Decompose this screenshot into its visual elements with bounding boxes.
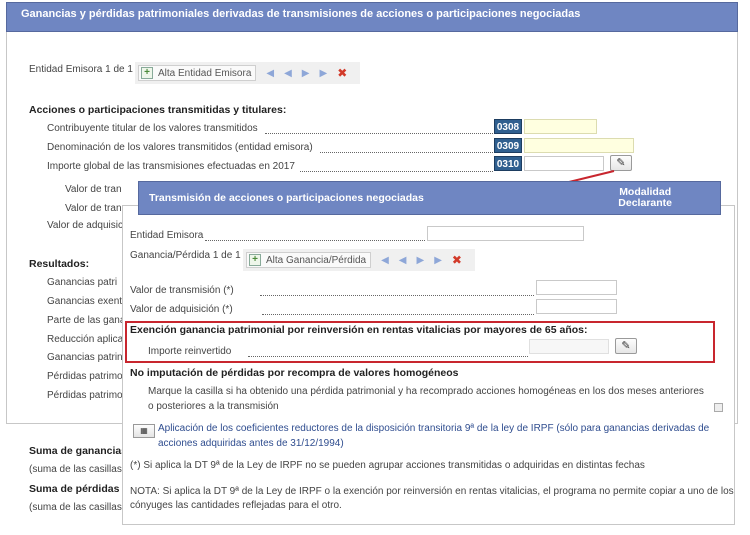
ganancia-counter: Ganancia/Pérdida 1 de 1 — [130, 250, 241, 261]
coeficientes-link-line2[interactable]: acciones adquiridas antes de 31/12/1994) — [158, 438, 344, 449]
modal-modalidad: Modalidad Declarante — [618, 187, 672, 209]
ganancia-toolbar: + Alta Ganancia/Pérdida ◀ ◀ ▶ ▶ ✖ — [243, 249, 475, 271]
add-icon: + — [141, 67, 153, 79]
result-row: Parte de las gana — [47, 315, 126, 326]
sub-row-1: Valor de tran — [65, 184, 122, 195]
edit-importe-button[interactable]: ✎ — [615, 338, 637, 354]
declarante-label: Declarante — [618, 197, 672, 209]
marque-line1: Marque la casilla si ha obtenido una pér… — [148, 386, 704, 397]
prev-icon[interactable]: ◀ — [284, 68, 292, 79]
nota-line2: cónyuges las cantidades reflejadas para … — [130, 500, 342, 511]
sub-row-2: Valor de tran — [65, 203, 122, 214]
nota-dt9: (*) Si aplica la DT 9ª de la Ley de IRPF… — [130, 460, 645, 471]
delete-icon[interactable]: ✖ — [452, 253, 462, 267]
alta-entidad-label: Alta Entidad Emisora — [158, 67, 252, 79]
result-row: Ganancias patrin — [47, 352, 123, 363]
no-imputacion-title: No imputación de pérdidas por recompra d… — [130, 367, 459, 379]
valor-adquisicion-field[interactable] — [536, 299, 617, 314]
section-acciones: Acciones o participaciones transmitidas … — [29, 104, 287, 116]
alta-ganancia-button[interactable]: + Alta Ganancia/Pérdida — [246, 252, 372, 268]
calculator-icon: ▦ — [140, 426, 148, 435]
add-icon: + — [249, 254, 261, 266]
marque-line2: o posteriores a la transmisión — [148, 401, 279, 412]
next-icon[interactable]: ▶ — [416, 255, 424, 266]
result-row: Reducción aplica — [47, 334, 124, 345]
suma-casillas-2: (suma de las casillas — [29, 502, 122, 513]
code-0309: 0309 — [494, 138, 522, 153]
field-0309[interactable] — [524, 138, 634, 153]
coeficientes-link-line1[interactable]: Aplicación de los coeficientes reductore… — [158, 423, 709, 434]
entidad-toolbar: + Alta Entidad Emisora ◀ ◀ ▶ ▶ ✖ — [135, 62, 360, 84]
nota-line1: NOTA: Si aplica la DT 9ª de la Ley de IR… — [130, 486, 734, 497]
result-row: Ganancias exent — [47, 296, 123, 307]
exencion-title: Exención ganancia patrimonial por reinve… — [130, 324, 588, 336]
alta-entidad-button[interactable]: + Alta Entidad Emisora — [138, 65, 257, 81]
next-icon[interactable]: ▶ — [302, 68, 310, 79]
first-icon[interactable]: ◀ — [381, 255, 389, 266]
pen-icon: ✎ — [621, 340, 631, 352]
main-title: Ganancias y pérdidas patrimoniales deriv… — [21, 8, 581, 20]
importe-reinvertido-field[interactable] — [529, 339, 609, 354]
recompra-checkbox[interactable] — [714, 403, 723, 412]
field-0308[interactable] — [524, 119, 597, 134]
modal-title: Transmisión de acciones o participacione… — [149, 192, 424, 204]
modal-title-bar: Transmisión de acciones o participacione… — [138, 181, 721, 215]
row-label-0309: Denominación de los valores transmitidos… — [47, 142, 313, 153]
result-row: Pérdidas patrimo — [47, 390, 123, 401]
importe-reinvertido-label: Importe reinvertido — [148, 346, 232, 357]
delete-icon[interactable]: ✖ — [337, 66, 347, 80]
entidad-counter: Entidad Emisora 1 de 1 — [29, 64, 133, 75]
main-title-bar: Ganancias y pérdidas patrimoniales deriv… — [6, 2, 738, 32]
coeficientes-button[interactable]: ▦ — [133, 424, 155, 438]
suma-perdidas: Suma de pérdidas p — [29, 483, 129, 495]
code-0308: 0308 — [494, 119, 522, 134]
result-row: Pérdidas patrimo — [47, 371, 123, 382]
valor-adquisicion-label: Valor de adquisición (*) — [130, 304, 233, 315]
entidad-emisora-label: Entidad Emisora — [130, 230, 204, 241]
section-resultados: Resultados: — [29, 258, 90, 270]
valor-transmision-label: Valor de transmisión (*) — [130, 285, 234, 296]
row-label-0310: Importe global de las transmisiones efec… — [47, 161, 295, 172]
result-row: Ganancias patri — [47, 277, 118, 288]
valor-transmision-field[interactable] — [536, 280, 617, 295]
alta-ganancia-label: Alta Ganancia/Pérdida — [266, 254, 367, 266]
last-icon[interactable]: ▶ — [434, 255, 442, 266]
first-icon[interactable]: ◀ — [266, 68, 274, 79]
last-icon[interactable]: ▶ — [320, 68, 328, 79]
row-label-0308: Contribuyente titular de los valores tra… — [47, 123, 258, 134]
prev-icon[interactable]: ◀ — [399, 255, 407, 266]
entidad-emisora-field[interactable] — [427, 226, 584, 241]
suma-ganancias: Suma de ganancias — [29, 445, 128, 457]
sub-row-3: Valor de adquisició — [47, 220, 131, 231]
suma-casillas-1: (suma de las casillas — [29, 464, 122, 475]
